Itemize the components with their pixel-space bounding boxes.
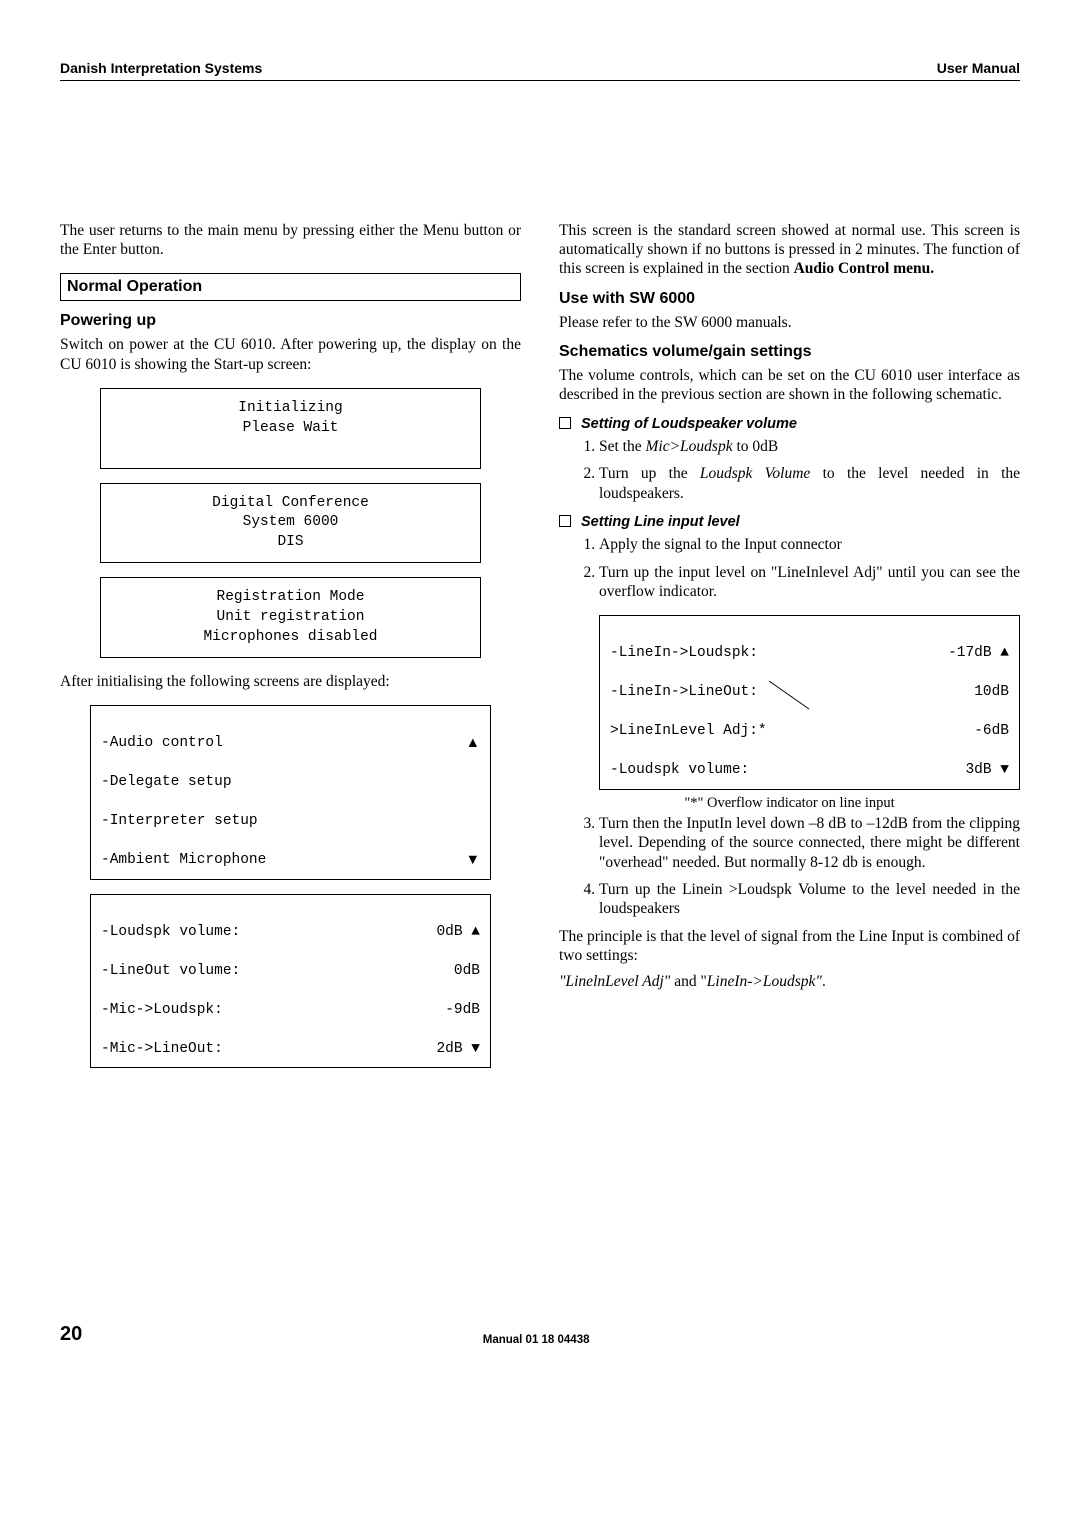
line-item: -LineIn->Loudspk: — [610, 644, 758, 664]
checkbox-icon — [559, 417, 571, 429]
screen-initializing: Initializing Please Wait — [100, 388, 481, 469]
line-item: -LineIn->LineOut: — [610, 683, 758, 703]
after-init-para: After initialising the following screens… — [60, 672, 521, 691]
screen-registration: Registration Mode Unit registration Micr… — [100, 577, 481, 658]
list-item: Turn then the InputIn level down –8 dB t… — [599, 814, 1020, 872]
line-item: -Loudspk volume: — [610, 761, 749, 781]
std-screen-para: This screen is the standard screen showe… — [559, 221, 1020, 279]
overflow-caption: "*" Overflow indicator on line input — [559, 794, 1020, 812]
page-number: 20 — [60, 1322, 82, 1347]
menu-item: -Delegate setup — [101, 773, 232, 793]
vol-item: -Mic->LineOut: — [101, 1040, 223, 1060]
intro-para: The user returns to the main menu by pre… — [60, 221, 521, 260]
sw6000-para: Please refer to the SW 6000 manuals. — [559, 313, 1020, 332]
heading-sw6000: Use with SW 6000 — [559, 289, 1020, 309]
line-value: 3dB ▼ — [949, 761, 1009, 781]
sub-loudspeaker: Setting of Loudspeaker volume — [559, 415, 1020, 433]
line-value: -17dB ▲ — [948, 644, 1009, 664]
section-normal-operation: Normal Operation — [60, 273, 521, 301]
powering-para: Switch on power at the CU 6010. After po… — [60, 335, 521, 374]
page-footer: 20 Manual 01 18 04438 — [60, 1322, 1020, 1347]
content-columns: The user returns to the main menu by pre… — [60, 221, 1020, 1083]
list-item: Turn up the Loudspk Volume to the level … — [599, 464, 1020, 503]
manual-id: Manual 01 18 04438 — [82, 1333, 990, 1347]
screen-line-levels: -LineIn->Loudspk: -17dB ▲ -LineIn->LineOu… — [599, 615, 1020, 790]
vol-item: -Mic->Loudspk: — [101, 1001, 223, 1021]
vol-value: 0dB — [420, 962, 480, 982]
heading-powering-up: Powering up — [60, 311, 521, 331]
vol-value: 2dB ▼ — [420, 1040, 480, 1060]
vol-item: -LineOut volume: — [101, 962, 240, 982]
line-value: -6dB — [949, 722, 1009, 742]
line-steps-b: Turn then the InputIn level down –8 dB t… — [581, 814, 1020, 919]
loudspk-steps: Set the Mic>Loudspk to 0dB Turn up the L… — [581, 437, 1020, 503]
line-item: >LineInLevel Adj:* — [610, 722, 767, 742]
schem-para: The volume controls, which can be set on… — [559, 366, 1020, 405]
sub-line-input: Setting Line input level — [559, 513, 1020, 531]
vol-value: 0dB ▲ — [420, 923, 480, 943]
header-right: User Manual — [937, 60, 1020, 78]
up-arrow-icon: ▲ — [420, 734, 480, 754]
line-steps-a: Apply the signal to the Input connector … — [581, 535, 1020, 601]
list-item: Apply the signal to the Input connector — [599, 535, 1020, 554]
heading-schematics: Schematics volume/gain settings — [559, 342, 1020, 362]
list-item: Turn up the input level on "LineInlevel … — [599, 563, 1020, 602]
list-item: Turn up the Linein >Loudspk Volume to th… — [599, 880, 1020, 919]
line-value: 10dB — [949, 683, 1009, 703]
header-left: Danish Interpretation Systems — [60, 60, 262, 78]
checkbox-icon — [559, 515, 571, 527]
overflow-wrap: -LineIn->Loudspk: -17dB ▲ -LineIn->LineOu… — [599, 615, 1020, 790]
menu-item: -Ambient Microphone — [101, 851, 266, 871]
page-header: Danish Interpretation Systems User Manua… — [60, 60, 1020, 81]
right-column: This screen is the standard screen showe… — [559, 221, 1020, 1083]
menu-item: -Audio control — [101, 734, 223, 754]
screen-main-menu: -Audio control ▲ -Delegate setup -Interpr… — [90, 705, 491, 880]
screen-volume: -Loudspk volume: 0dB ▲ -LineOut volume: 0d… — [90, 894, 491, 1069]
list-item: Set the Mic>Loudspk to 0dB — [599, 437, 1020, 456]
principle-para: The principle is that the level of signa… — [559, 927, 1020, 966]
screen-system-info: Digital Conference System 6000 DIS — [100, 483, 481, 564]
down-arrow-icon: ▼ — [420, 851, 480, 871]
principle-items: "LinelnLevel Adj" and "LineIn->Loudspk". — [559, 972, 1020, 991]
menu-item: -Interpreter setup — [101, 812, 258, 832]
vol-item: -Loudspk volume: — [101, 923, 240, 943]
vol-value: -9dB — [420, 1001, 480, 1021]
left-column: The user returns to the main menu by pre… — [60, 221, 521, 1083]
